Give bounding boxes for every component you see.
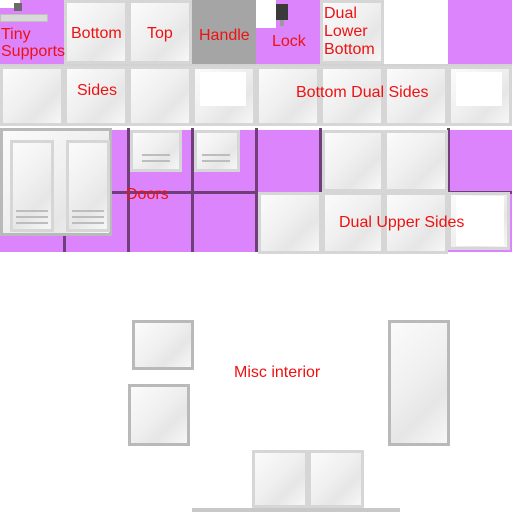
- misc-piece-4: [252, 450, 308, 508]
- door-left-vent-3: [16, 222, 48, 224]
- label-dual-lower-bottom: Dual Lower Bottom: [324, 5, 375, 58]
- label-misc-interior: Misc interior: [234, 364, 321, 381]
- dual-upper-side-2: [384, 130, 448, 192]
- misc-piece-5: [308, 450, 364, 508]
- dual-upper-side-1: [322, 130, 384, 192]
- label-dual-upper-sides: Dual Upper Sides: [339, 214, 465, 231]
- door-right-vent-2: [72, 216, 104, 218]
- side-texture-4-inner: [200, 72, 246, 106]
- label-top: Top: [147, 25, 173, 42]
- label-handle: Handle: [199, 27, 250, 44]
- small-door-2: [194, 130, 240, 172]
- side-texture-3: [128, 66, 192, 126]
- lock-icon: [276, 4, 288, 20]
- side-texture-1: [0, 66, 64, 126]
- support-dark: [14, 3, 22, 11]
- misc-piece-1: [132, 320, 194, 370]
- door-left-vent-1: [16, 210, 48, 212]
- door-left: [10, 140, 54, 232]
- label-doors: Doors: [126, 186, 169, 203]
- empty-slot: [384, 0, 448, 64]
- small-door-1-vent-1: [142, 154, 170, 156]
- bottom-dual-side-4-inner: [456, 72, 502, 106]
- small-door-2-vent-2: [202, 160, 230, 162]
- misc-bottom-strip: [192, 508, 400, 512]
- texture-atlas: Tiny Supports Bottom Top Handle Lock Dua…: [0, 0, 512, 512]
- label-bottom: Bottom: [71, 25, 122, 42]
- label-sides: Sides: [77, 82, 118, 99]
- small-door-1-vent-2: [142, 160, 170, 162]
- small-door-1: [130, 130, 182, 172]
- support-bar: [0, 14, 48, 22]
- door-right-vent-1: [72, 210, 104, 212]
- door-right: [66, 140, 110, 232]
- door-right-vent-3: [72, 222, 104, 224]
- label-bottom-dual-sides: Bottom Dual Sides: [296, 84, 429, 101]
- misc-piece-2: [128, 384, 190, 446]
- misc-piece-3: [388, 320, 450, 446]
- dual-upper-side-3: [258, 192, 322, 254]
- lock-keyhole: [280, 20, 284, 26]
- small-door-2-vent-1: [202, 154, 230, 156]
- door-left-vent-2: [16, 216, 48, 218]
- label-tiny-supports: Tiny Supports: [1, 26, 66, 60]
- unused-slot: [448, 0, 512, 64]
- label-lock: Lock: [272, 33, 306, 50]
- lock-white-area: [256, 0, 276, 28]
